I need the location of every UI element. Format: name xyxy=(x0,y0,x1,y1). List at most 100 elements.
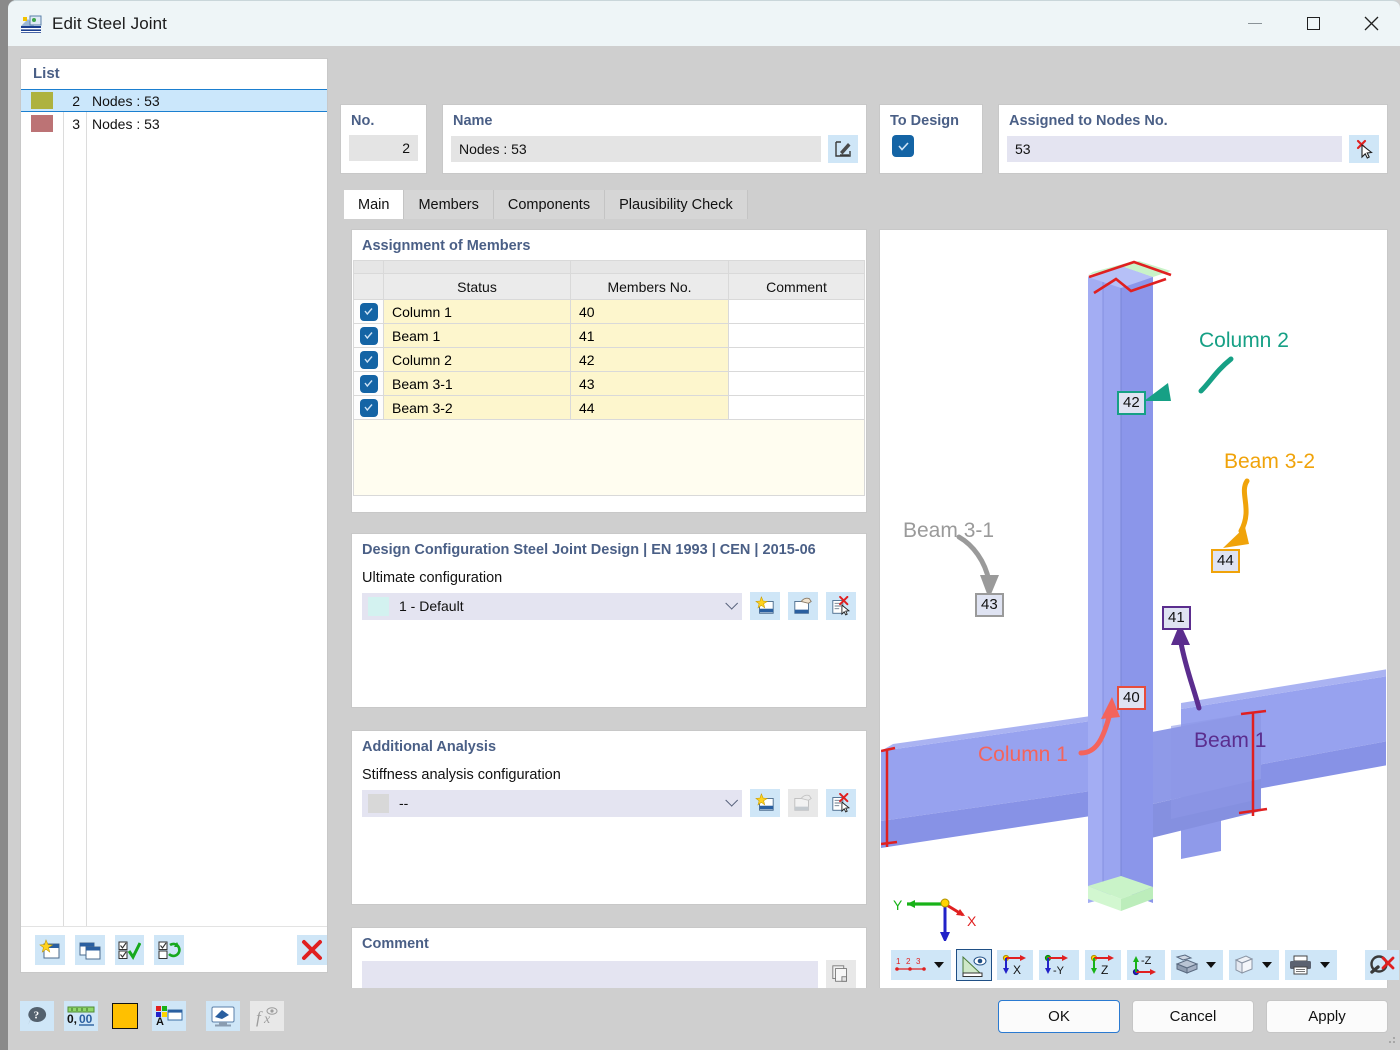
view-in-z-button[interactable]: Z xyxy=(1085,950,1121,980)
display-properties-button[interactable]: A xyxy=(152,1001,186,1031)
row-member-no[interactable]: 42 xyxy=(570,347,729,372)
chevron-down-icon[interactable] xyxy=(725,793,739,807)
pencil-edit-icon[interactable] xyxy=(828,135,858,163)
row-comment[interactable] xyxy=(728,371,865,396)
row-checkbox[interactable] xyxy=(359,350,378,369)
help-button[interactable]: ? xyxy=(20,1001,54,1031)
row-status[interactable]: Beam 3-1 xyxy=(383,371,571,396)
delete-item-button[interactable] xyxy=(297,934,327,965)
zoom-reset-button[interactable] xyxy=(1365,950,1399,980)
chevron-down-icon[interactable] xyxy=(934,962,944,968)
table-row[interactable]: Column 1 40 xyxy=(353,299,865,324)
list-item-label: Nodes : 53 xyxy=(92,115,160,132)
row-checkbox[interactable] xyxy=(359,374,378,393)
list-item[interactable]: 3 Nodes : 53 xyxy=(21,112,327,135)
new-item-button[interactable] xyxy=(35,934,65,965)
to-design-checkbox[interactable] xyxy=(892,135,914,157)
delete-configuration-button[interactable] xyxy=(826,592,856,620)
chevron-down-icon[interactable] xyxy=(1262,962,1272,968)
color-swatch-button[interactable] xyxy=(108,1001,142,1031)
row-status[interactable]: Beam 3-2 xyxy=(383,395,571,420)
member-tag-43[interactable]: 43 xyxy=(975,593,1004,617)
view-settings-button[interactable] xyxy=(206,1001,240,1031)
table-row[interactable]: Beam 1 41 xyxy=(353,323,865,348)
delete-stiffness-config-button[interactable] xyxy=(826,789,856,817)
row-comment[interactable] xyxy=(728,299,865,324)
member-tag-40[interactable]: 40 xyxy=(1117,686,1146,710)
row-comment[interactable] xyxy=(728,395,865,420)
minimize-icon[interactable] xyxy=(1226,1,1284,47)
cursor-red-x-icon[interactable] xyxy=(1349,135,1379,163)
row-checkbox-cell[interactable] xyxy=(353,395,384,420)
row-comment[interactable] xyxy=(728,323,865,348)
new-stiffness-config-button[interactable] xyxy=(750,789,780,817)
column-header-status[interactable]: Status xyxy=(383,273,571,300)
invert-selection-button[interactable] xyxy=(154,934,185,965)
copy-pages-icon[interactable] xyxy=(826,960,856,988)
ok-button[interactable]: OK xyxy=(998,1000,1120,1033)
column-header-comment[interactable]: Comment xyxy=(728,273,865,300)
view-measure-button[interactable] xyxy=(956,949,992,981)
resize-grip[interactable] xyxy=(1385,1035,1397,1047)
tab-components[interactable]: Components xyxy=(493,190,606,219)
row-checkbox-cell[interactable] xyxy=(353,347,384,372)
tab-main[interactable]: Main xyxy=(344,190,405,219)
row-status[interactable]: Column 1 xyxy=(383,299,571,324)
name-input[interactable]: Nodes : 53 xyxy=(451,136,821,162)
member-tag-42[interactable]: 42 xyxy=(1117,391,1146,415)
row-checkbox[interactable] xyxy=(359,326,378,345)
assigned-nodes-label: Assigned to Nodes No. xyxy=(1009,113,1168,129)
view-in-negative-y-button[interactable]: -Y xyxy=(1039,950,1079,980)
numbering-button[interactable]: 1 2 3 xyxy=(891,950,951,980)
chevron-down-icon[interactable] xyxy=(1320,962,1330,968)
assigned-nodes-input[interactable]: 53 xyxy=(1007,136,1342,162)
row-checkbox-cell[interactable] xyxy=(353,323,384,348)
column-header-check[interactable] xyxy=(353,273,384,300)
print-button[interactable] xyxy=(1285,950,1337,980)
member-tag-41[interactable]: 41 xyxy=(1162,606,1191,630)
tab-members[interactable]: Members xyxy=(404,190,494,219)
3d-viewport[interactable]: Y X Z xyxy=(881,231,1386,943)
chevron-down-icon[interactable] xyxy=(725,596,739,610)
row-member-no[interactable]: 40 xyxy=(570,299,729,324)
close-icon[interactable] xyxy=(1342,1,1400,47)
list-item[interactable]: 2 Nodes : 53 xyxy=(21,89,327,112)
comment-input[interactable] xyxy=(362,960,818,988)
column-header-members-no[interactable]: Members No. xyxy=(570,273,729,300)
member-tag-44[interactable]: 44 xyxy=(1211,549,1240,573)
row-member-no[interactable]: 43 xyxy=(570,371,729,396)
row-checkbox-cell[interactable] xyxy=(353,299,384,324)
select-all-button[interactable] xyxy=(114,934,145,965)
decimal-places-button[interactable]: 0, 00 xyxy=(64,1001,98,1031)
table-row[interactable]: Beam 3-1 43 xyxy=(353,371,865,396)
row-status[interactable]: Column 2 xyxy=(383,347,571,372)
ultimate-configuration-select[interactable]: 1 - Default xyxy=(362,592,742,620)
tab-plausibility-check[interactable]: Plausibility Check xyxy=(605,190,748,219)
edit-configuration-button[interactable] xyxy=(788,592,818,620)
render-mode-button[interactable] xyxy=(1171,950,1223,980)
stiffness-analysis-select[interactable]: -- xyxy=(362,789,742,817)
row-member-no[interactable]: 44 xyxy=(570,395,729,420)
apply-button[interactable]: Apply xyxy=(1266,1000,1388,1033)
svg-text:3: 3 xyxy=(916,957,921,966)
row-checkbox[interactable] xyxy=(359,398,378,417)
table-row[interactable]: Column 2 42 xyxy=(353,347,865,372)
cancel-button[interactable]: Cancel xyxy=(1132,1000,1254,1033)
row-status[interactable]: Beam 1 xyxy=(383,323,571,348)
svg-text:2: 2 xyxy=(906,957,911,966)
maximize-icon[interactable] xyxy=(1284,1,1342,47)
row-comment[interactable] xyxy=(728,347,865,372)
row-member-no[interactable]: 41 xyxy=(570,323,729,348)
copy-item-button[interactable] xyxy=(74,934,105,965)
svg-text:Y: Y xyxy=(893,897,903,913)
view-in-x-button[interactable]: X xyxy=(997,950,1033,980)
row-checkbox-cell[interactable] xyxy=(353,371,384,396)
new-configuration-button[interactable] xyxy=(750,592,780,620)
table-row[interactable]: Beam 3-2 44 xyxy=(353,395,865,420)
number-value[interactable]: 2 xyxy=(349,135,418,161)
row-checkbox[interactable] xyxy=(359,302,378,321)
wireframe-box-button[interactable] xyxy=(1229,950,1279,980)
list-item-label: Nodes : 53 xyxy=(92,92,160,109)
view-in-negative-z-button[interactable]: -Z xyxy=(1127,950,1165,980)
chevron-down-icon[interactable] xyxy=(1206,962,1216,968)
